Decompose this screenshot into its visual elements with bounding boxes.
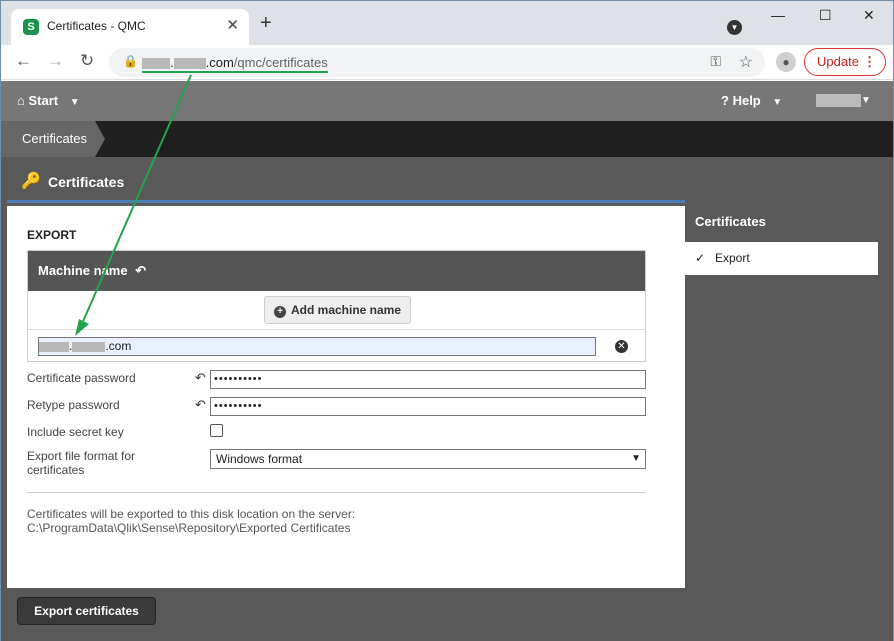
undo-icon[interactable]: ↶ — [195, 370, 206, 386]
tab-strip: S Certificates - QMC ✕ + ▼ — ☐ ✕ — [1, 1, 893, 45]
browser-toolbar: ← → ↻ 🔒 . .com/qmc/certificates ⚿ ☆ ● Upd… — [1, 45, 893, 80]
start-menu-button[interactable]: ⌂ Start ▼ — [17, 93, 80, 108]
sidebar-item-label: Export — [715, 251, 750, 265]
undo-icon[interactable]: ↶ — [135, 263, 146, 278]
redacted-text — [72, 341, 106, 352]
user-name-redacted[interactable] — [816, 94, 861, 107]
key-icon: 🔑 — [21, 173, 41, 190]
action-bar: Export certificates — [7, 588, 685, 641]
lock-icon: 🔒 — [123, 54, 138, 68]
browser-tab[interactable]: S Certificates - QMC ✕ — [11, 9, 249, 45]
redacted-text — [39, 341, 69, 352]
sidebar-item-export[interactable]: ✓ Export — [685, 242, 878, 275]
cert-password-field[interactable]: •••••••••• — [210, 370, 646, 389]
chevron-down-icon: ▼ — [772, 97, 783, 108]
profile-avatar-icon[interactable]: ● — [776, 52, 796, 72]
export-format-value: Windows format — [216, 452, 303, 466]
include-secret-key-checkbox[interactable] — [210, 424, 223, 437]
window-close-icon[interactable]: ✕ — [863, 7, 875, 24]
maximize-icon[interactable]: ☐ — [819, 7, 832, 24]
breadcrumb: Certificates — [1, 121, 893, 157]
update-label: Update — [817, 54, 859, 69]
machine-name-suffix: .com — [105, 339, 132, 353]
export-location-note: Certificates will be exported to this di… — [27, 507, 355, 535]
qmc-header: ⌂ Start ▼ ? Help ▼ ▼ — [1, 81, 893, 121]
url-host: . .com/qmc/certificates — [142, 55, 328, 73]
remove-machine-icon[interactable]: ✕ — [615, 340, 628, 353]
export-form: EXPORT Machine name ↶ + Add machine name … — [7, 206, 685, 588]
add-machine-name-button[interactable]: + Add machine name — [264, 296, 411, 324]
side-panel: Certificates ✓ Export — [685, 203, 893, 641]
undo-icon[interactable]: ↶ — [195, 397, 206, 413]
add-row: + Add machine name — [28, 291, 645, 330]
panel-header: 🔑 Certificates — [7, 161, 685, 203]
machine-name-input[interactable]: . .com — [38, 337, 596, 356]
tab-search-icon[interactable]: ▼ — [727, 20, 742, 35]
new-tab-icon[interactable]: + — [260, 13, 272, 33]
bookmark-star-icon[interactable]: ☆ — [739, 52, 753, 72]
export-format-label: Export file format for certificates — [27, 449, 135, 477]
machine-name-header: Machine name ↶ — [28, 251, 645, 291]
export-format-label-line2: certificates — [27, 463, 85, 477]
qlik-favicon-icon: S — [23, 19, 39, 35]
side-panel-heading: Certificates — [695, 214, 766, 229]
machine-name-table: Machine name ↶ + Add machine name . .com ✕ — [27, 250, 646, 362]
back-icon[interactable]: ← — [15, 51, 32, 71]
machine-name-header-label: Machine name — [38, 263, 128, 278]
export-format-label-line1: Export file format for — [27, 449, 136, 463]
address-bar[interactable]: 🔒 . .com/qmc/certificates ⚿ ☆ — [109, 48, 765, 77]
forward-icon[interactable]: → — [47, 51, 64, 71]
url-path: /qmc/certificates — [233, 55, 328, 70]
note-line2: C:\ProgramData\Qlik\Sense\Repository\Exp… — [27, 521, 351, 535]
more-menu-icon[interactable]: ⋮ — [863, 49, 876, 75]
chevron-down-icon: ▼ — [69, 97, 80, 108]
minimize-icon[interactable]: — — [771, 7, 785, 23]
close-tab-icon[interactable]: ✕ — [226, 16, 239, 34]
export-format-select[interactable]: Windows format ▼ — [210, 449, 646, 469]
retype-password-label: Retype password — [27, 398, 120, 412]
user-chevron-down-icon[interactable]: ▼ — [861, 95, 871, 106]
divider — [27, 492, 646, 493]
start-label: Start — [28, 93, 59, 108]
add-machine-label: Add machine name — [290, 303, 402, 317]
export-certificates-button[interactable]: Export certificates — [17, 597, 156, 625]
plus-icon: + — [273, 306, 286, 318]
include-secret-key-label: Include secret key — [27, 425, 124, 439]
tab-title: Certificates - QMC — [47, 19, 146, 33]
reload-icon[interactable]: ↻ — [80, 51, 94, 71]
browser-window: S Certificates - QMC ✕ + ▼ — ☐ ✕ ← → ↻ 🔒… — [0, 0, 894, 641]
note-line1: Certificates will be exported to this di… — [27, 507, 356, 521]
table-row: . .com ✕ — [28, 330, 645, 361]
help-icon: ? — [721, 93, 729, 108]
retype-password-field[interactable]: •••••••••• — [210, 397, 646, 416]
update-button[interactable]: Update ⋮ — [804, 48, 886, 76]
section-heading: EXPORT — [27, 228, 77, 242]
chevron-down-icon: ▼ — [631, 453, 641, 464]
url-suffix: .com — [205, 55, 234, 70]
cert-password-label: Certificate password — [27, 371, 136, 385]
redacted-text — [173, 58, 206, 70]
main-area: 🔑 Certificates EXPORT Machine name ↶ + Ad… — [1, 157, 893, 641]
panel-title: Certificates — [48, 174, 125, 190]
checkmark-icon: ✓ — [695, 251, 706, 265]
key-icon[interactable]: ⚿ — [710, 53, 721, 70]
help-menu-button[interactable]: ? Help ▼ — [721, 93, 782, 108]
breadcrumb-item-certificates[interactable]: Certificates — [1, 121, 105, 157]
redacted-text — [142, 58, 170, 70]
help-label: Help — [732, 93, 761, 108]
home-icon: ⌂ — [17, 93, 25, 108]
